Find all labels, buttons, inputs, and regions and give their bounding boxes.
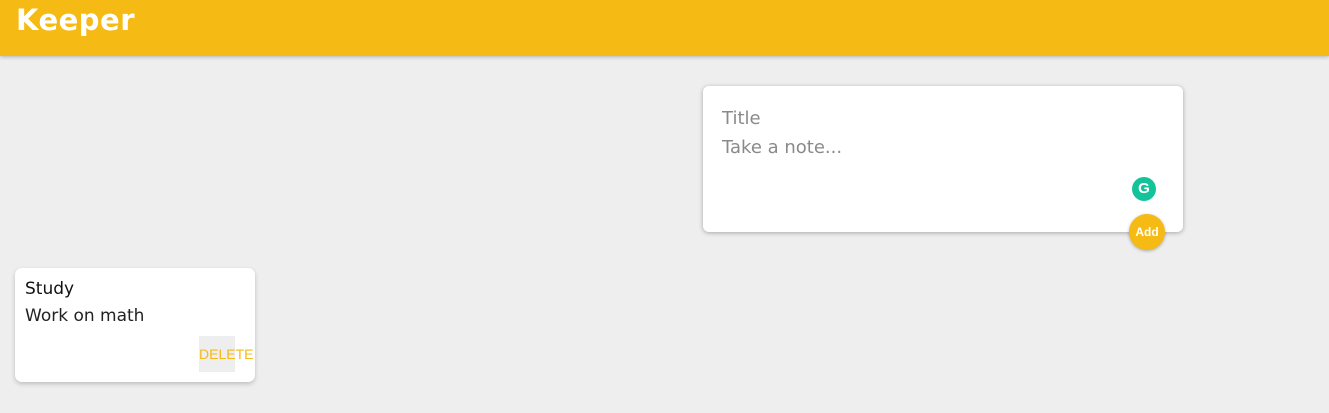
create-note-form: G Add [703, 86, 1183, 250]
app-header: Keeper [0, 0, 1329, 56]
note-title: Study [25, 279, 75, 299]
app-logo: Keeper [16, 3, 136, 37]
note-content: Work on math [25, 306, 145, 326]
note-card: Study Work on math DELETE [15, 268, 255, 382]
delete-note-button[interactable]: DELETE [199, 336, 253, 372]
add-note-button[interactable]: Add [1129, 214, 1165, 250]
grammarly-icon[interactable]: G [1132, 177, 1156, 201]
note-title-input[interactable] [722, 106, 1142, 130]
note-content-input[interactable] [722, 137, 1142, 185]
